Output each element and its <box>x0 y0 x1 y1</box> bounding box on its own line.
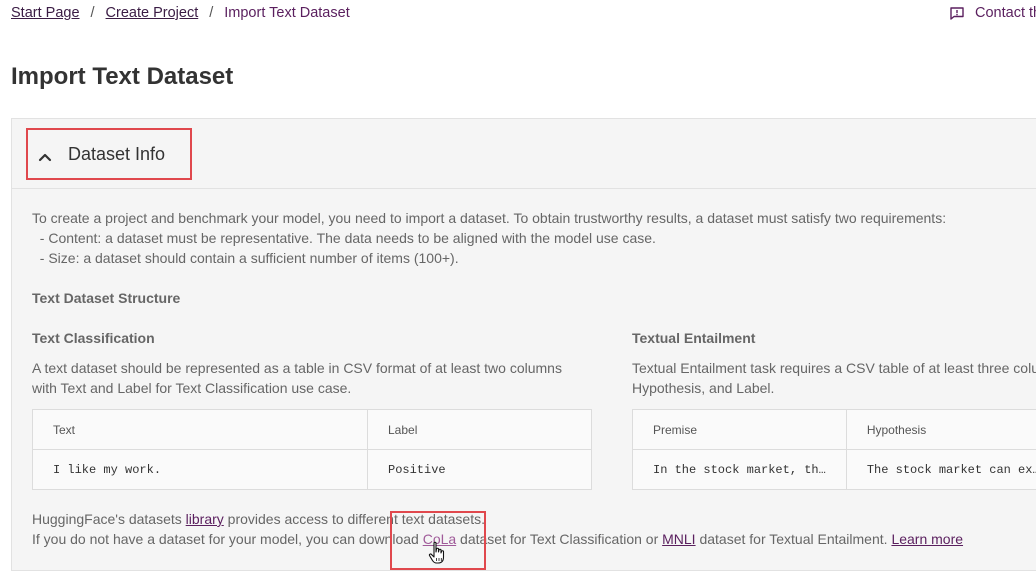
table-header-cell: Text <box>32 409 368 450</box>
structure-heading: Text Dataset Structure <box>32 290 181 306</box>
note-text: provides access to different text datase… <box>223 511 485 527</box>
page-title: Import Text Dataset <box>11 63 234 90</box>
table-cell: I like my work. <box>32 449 368 490</box>
table-header-row: Premise Hypothesis <box>632 409 1036 450</box>
panel-title: Dataset Info <box>68 143 166 164</box>
huggingface-note: HuggingFace's datasets library provides … <box>32 511 485 527</box>
description-line: with Text and Label for Text Classificat… <box>32 380 352 396</box>
table-cell: In the stock market, th… <box>632 449 847 490</box>
note-text: If you do not have a dataset for your mo… <box>32 531 423 547</box>
learn-more-link[interactable]: Learn more <box>891 531 963 547</box>
classification-description: A text dataset should be represented as … <box>32 358 562 398</box>
table-header-cell: Label <box>367 409 592 450</box>
classification-heading: Text Classification <box>32 330 155 346</box>
table-row: I like my work. Positive <box>32 449 592 490</box>
table-header-cell: Hypothesis <box>845 409 1036 450</box>
description-line: A text dataset should be represented as … <box>32 360 562 376</box>
note-text: dataset for Textual Entailment. <box>695 531 892 547</box>
entailment-description: Textual Entailment task requires a CSV t… <box>632 358 1036 398</box>
intro-line: - Content: a dataset must be representat… <box>32 230 656 246</box>
intro-text: To create a project and benchmark your m… <box>32 208 946 268</box>
contact-link[interactable]: Contact th <box>950 5 1036 21</box>
intro-line: - Size: a dataset should contain a suffi… <box>32 250 459 266</box>
breadcrumb-separator: / <box>209 5 214 21</box>
table-header-row: Text Label <box>32 409 592 450</box>
entailment-heading: Textual Entailment <box>632 330 756 346</box>
panel-header: Dataset Info <box>12 119 1036 189</box>
breadcrumb-create-project[interactable]: Create Project <box>106 5 199 21</box>
dataset-info-toggle[interactable]: Dataset Info <box>26 128 192 180</box>
mnli-link[interactable]: MNLI <box>662 531 695 547</box>
table-header-cell: Premise <box>632 409 847 450</box>
classification-example-table: Text Label I like my work. Positive <box>32 409 592 490</box>
hand-cursor-icon <box>428 541 445 564</box>
table-cell: The stock market can ex… <box>845 449 1036 490</box>
table-row: In the stock market, th… The stock marke… <box>632 449 1036 490</box>
note-text: HuggingFace's datasets <box>32 511 186 527</box>
description-line: Hypothesis, and Label. <box>632 380 775 396</box>
contact-label: Contact th <box>975 5 1036 21</box>
breadcrumb: Start Page / Create Project / Import Tex… <box>11 5 350 21</box>
chevron-up-icon <box>38 149 52 162</box>
dataset-info-panel: Dataset Info To create a project and ben… <box>11 118 1036 571</box>
description-line: Textual Entailment task requires a CSV t… <box>632 360 1036 376</box>
intro-line: To create a project and benchmark your m… <box>32 210 947 226</box>
library-link[interactable]: library <box>186 511 224 527</box>
feedback-icon <box>950 6 964 20</box>
table-cell: Positive <box>367 449 592 490</box>
breadcrumb-separator: / <box>90 5 95 21</box>
breadcrumb-start-page[interactable]: Start Page <box>11 5 80 21</box>
entailment-example-table: Premise Hypothesis In the stock market, … <box>632 409 1036 490</box>
breadcrumb-current: Import Text Dataset <box>224 5 350 21</box>
page: Start Page / Create Project / Import Tex… <box>0 0 1036 579</box>
note-text: dataset for Text Classification or <box>456 531 663 547</box>
download-note: If you do not have a dataset for your mo… <box>32 531 963 547</box>
